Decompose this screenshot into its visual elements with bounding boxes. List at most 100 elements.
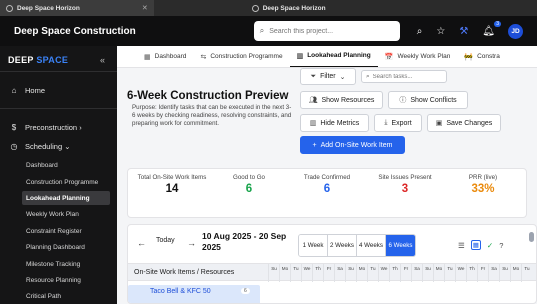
app-name: Deep Space Construction bbox=[14, 25, 136, 37]
week-option-1[interactable]: 1 Week bbox=[299, 235, 328, 256]
tab-label: Weekly Work Plan bbox=[397, 53, 451, 60]
sidebar-item-home[interactable]: ⌂ Home bbox=[10, 86, 45, 95]
day-header: Mo bbox=[356, 264, 367, 282]
day-header: Tu bbox=[367, 264, 378, 282]
sidebar-subitem-weekly-work-plan[interactable]: Weekly Work Plan bbox=[22, 207, 110, 221]
work-item-count-badge: 6 bbox=[241, 288, 250, 294]
week-range-toggle: 1 Week 2 Weeks 4 Weeks 6 Weeks bbox=[298, 234, 416, 257]
search-icon: ⌕ bbox=[259, 26, 265, 35]
plus-icon: + bbox=[312, 141, 317, 149]
grid-view-icon[interactable]: ▦ bbox=[470, 240, 481, 250]
show-conflicts-button[interactable]: ⓘ Show Conflicts bbox=[388, 91, 468, 109]
export-button[interactable]: ⤓ Export bbox=[374, 114, 422, 132]
day-header: Mo bbox=[433, 264, 444, 282]
sidebar-subitem-constraint-register[interactable]: Constraint Register bbox=[22, 224, 110, 238]
browser-tab-title: Deep Space Horizon bbox=[262, 4, 326, 12]
hammer-icon[interactable]: ⚒ bbox=[459, 26, 468, 37]
arrows-icon: ⇆ bbox=[200, 53, 207, 61]
today-button[interactable]: Today bbox=[156, 237, 175, 244]
bell-icon[interactable]: 🔔︎ 3 bbox=[482, 20, 501, 37]
show-resources-button[interactable]: 👥︎ Show Resources bbox=[300, 91, 383, 109]
tab-dashboard[interactable]: ▦ Dashboard bbox=[137, 46, 193, 67]
sidebar-subitem-construction-programme[interactable]: Construction Programme bbox=[22, 175, 110, 189]
chart-icon: ▥ bbox=[309, 120, 317, 127]
filter-button[interactable]: ⏷ Filter ⌄ bbox=[300, 68, 356, 85]
day-header: Mo bbox=[510, 264, 521, 282]
next-arrow-icon[interactable]: → bbox=[187, 238, 196, 248]
brand-logo: DEEP SPACE bbox=[8, 55, 68, 65]
stat-value: 14 bbox=[165, 182, 179, 195]
stat-value: 6 bbox=[323, 182, 331, 195]
sidebar-item-scheduling[interactable]: ◷ Scheduling ⌄ bbox=[10, 142, 71, 151]
check-circle-icon[interactable]: ✓ bbox=[487, 241, 493, 250]
download-icon: ⤓ bbox=[384, 119, 388, 126]
project-search[interactable]: ⌕ bbox=[253, 21, 400, 41]
star-icon[interactable]: ☆ bbox=[436, 26, 445, 37]
home-icon: ⌂ bbox=[11, 86, 17, 95]
prev-arrow-icon[interactable]: ← bbox=[137, 238, 146, 248]
help-icon[interactable]: ? bbox=[499, 241, 503, 250]
add-work-item-button[interactable]: + Add On-Site Work Item bbox=[300, 136, 405, 154]
sidebar-subitem-resource-planning[interactable]: Resource Planning bbox=[22, 273, 110, 287]
week-option-2[interactable]: 2 Weeks bbox=[328, 235, 357, 256]
app-window: Deep Space Horizon ✕ Deep Space Horizon … bbox=[0, 0, 537, 304]
avatar[interactable]: JD bbox=[508, 23, 523, 39]
day-header: We bbox=[378, 264, 389, 282]
save-icon: ▣ bbox=[435, 120, 443, 127]
tab-lookahead-planning[interactable]: ▥ Lookahead Planning bbox=[289, 46, 378, 67]
stat-good-to-go: Good to Go 6 bbox=[213, 174, 285, 195]
day-header: Sa bbox=[334, 264, 345, 282]
hide-metrics-button[interactable]: ▥ Hide Metrics bbox=[300, 114, 369, 132]
week-option-4[interactable]: 4 Weeks bbox=[357, 235, 386, 256]
search-icon[interactable]: ⌕ bbox=[417, 26, 423, 37]
collapse-sidebar-icon[interactable]: « bbox=[100, 55, 105, 65]
dollar-icon: $ bbox=[11, 123, 17, 132]
stat-site-issues: Site Issues Present 3 bbox=[369, 174, 441, 195]
save-changes-button[interactable]: ▣ Save Changes bbox=[427, 114, 501, 132]
alert-icon: ⓘ bbox=[399, 97, 407, 104]
stat-label: Site Issues Present bbox=[378, 174, 432, 181]
tab-weekly-work-plan[interactable]: 📅 Weekly Work Plan bbox=[378, 46, 458, 67]
list-view-icon[interactable]: ☰ bbox=[458, 241, 465, 250]
tab-construction-programme[interactable]: ⇆ Construction Programme bbox=[193, 46, 289, 67]
sidebar-subitem-dashboard[interactable]: Dashboard bbox=[22, 158, 110, 172]
favicon-icon bbox=[6, 4, 13, 12]
brand-word-1: DEEP bbox=[8, 55, 34, 65]
browser-tab-2[interactable]: Deep Space Horizon bbox=[246, 0, 332, 16]
sidebar-subitem-critical-path[interactable]: Critical Path bbox=[22, 289, 110, 303]
scrollbar[interactable] bbox=[527, 180, 536, 296]
stat-trade-confirmed: Trade Confirmed 6 bbox=[291, 174, 363, 195]
sidebar-item-preconstruction[interactable]: $ Preconstruction › bbox=[10, 123, 82, 132]
lookahead-calendar: ← Today → 10 Aug 2025 - 20 Sep 2025 1 We… bbox=[127, 224, 537, 304]
day-header: Th bbox=[389, 264, 400, 282]
tab-constraints[interactable]: 🚧 Constra bbox=[457, 46, 506, 67]
button-label: Hide Metrics bbox=[320, 119, 360, 127]
browser-tab-1[interactable]: Deep Space Horizon ✕ bbox=[0, 0, 154, 16]
tab-label: Constra bbox=[477, 53, 500, 60]
table-row[interactable]: Taco Bell & KFC 50 6 bbox=[128, 281, 536, 303]
button-label: Export bbox=[391, 119, 412, 127]
filter-icon: ⏷ bbox=[310, 72, 317, 80]
close-tab-icon[interactable]: ✕ bbox=[142, 4, 148, 12]
scrollbar-thumb[interactable] bbox=[529, 232, 534, 242]
page-tabs: ▦ Dashboard ⇆ Construction Programme ▥ L… bbox=[117, 46, 537, 68]
browser-tab-title: Deep Space Horizon bbox=[17, 4, 80, 12]
project-search-input[interactable] bbox=[269, 27, 370, 35]
button-label: Save Changes bbox=[446, 119, 493, 127]
task-search-input[interactable] bbox=[372, 73, 443, 80]
stat-label: Good to Go bbox=[233, 174, 265, 181]
brand-word-2: SPACE bbox=[36, 55, 69, 65]
sidebar: DEEP SPACE « ⌂ Home $ Preconstruction › … bbox=[0, 46, 117, 304]
sidebar-subitem-milestone-tracking[interactable]: Milestone Tracking bbox=[22, 257, 110, 271]
view-toggles: ☰ ▦ ✓ ? bbox=[458, 240, 503, 250]
sidebar-subitem-planning-dashboard[interactable]: Planning Dashboard bbox=[22, 240, 110, 254]
divider bbox=[0, 108, 117, 109]
sidebar-subitem-lookahead-planning[interactable]: Lookahead Planning bbox=[22, 191, 110, 205]
task-search[interactable]: ⌕ bbox=[361, 70, 447, 83]
stat-label: PRR (live) bbox=[468, 174, 498, 181]
day-header: Th bbox=[466, 264, 477, 282]
day-header: Th bbox=[312, 264, 323, 282]
week-option-6[interactable]: 6 Weeks bbox=[386, 235, 415, 256]
work-item-label[interactable]: Taco Bell & KFC 50 bbox=[128, 285, 260, 303]
chevron-down-icon: ⌄ bbox=[339, 73, 346, 81]
